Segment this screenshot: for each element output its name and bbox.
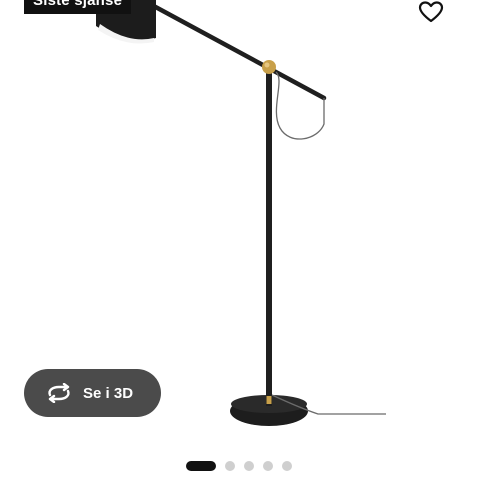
gallery-dot-2[interactable]: [225, 461, 235, 471]
gallery-dot-1[interactable]: [186, 461, 216, 471]
view-in-3d-label: Se i 3D: [83, 384, 134, 402]
last-chance-badge: Siste sjanse: [24, 0, 132, 14]
view-in-3d-button[interactable]: Se i 3D: [24, 369, 161, 417]
rotate-3d-icon: [45, 383, 73, 403]
gallery-dot-3[interactable]: [244, 461, 254, 471]
gallery-dot-4[interactable]: [263, 461, 273, 471]
gallery-pagination: [186, 461, 301, 471]
gallery-dot-5[interactable]: [282, 461, 292, 471]
favorite-button[interactable]: [417, 0, 445, 24]
heart-icon: [418, 1, 444, 23]
